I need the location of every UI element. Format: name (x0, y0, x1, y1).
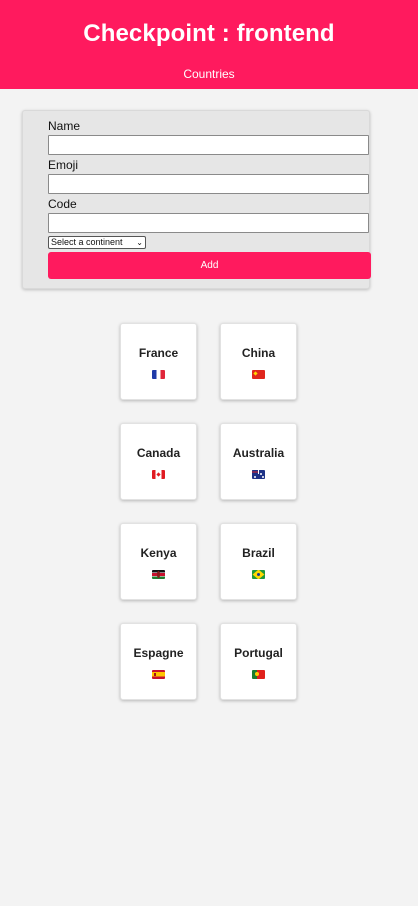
country-name: Portugal (234, 646, 283, 660)
country-name: Brazil (242, 546, 275, 560)
page-title: Checkpoint : frontend (83, 20, 335, 47)
country-name: Australia (232, 446, 285, 460)
country-card[interactable]: Brazil (220, 523, 297, 600)
flag-spain-icon (152, 670, 165, 679)
country-card[interactable]: Canada (120, 423, 197, 500)
country-card[interactable]: China (220, 323, 297, 400)
flag-france-icon (152, 370, 165, 379)
country-name: Kenya (140, 546, 177, 560)
add-country-form: Name Emoji Code Select a continent ⌄ Add (22, 110, 371, 289)
emoji-input[interactable] (48, 174, 369, 194)
country-card[interactable]: Kenya (120, 523, 197, 600)
nav-link-countries[interactable]: Countries (0, 67, 418, 81)
flag-australia-icon (252, 470, 265, 479)
country-name: Canada (136, 446, 181, 460)
flag-brazil-icon (252, 570, 265, 579)
continent-select[interactable]: Select a continent ⌄ (48, 236, 146, 249)
page-header: Checkpoint : frontend Countries (0, 0, 418, 89)
country-card[interactable]: Espagne (120, 623, 197, 700)
name-label: Name (48, 119, 81, 133)
country-name: France (138, 346, 179, 360)
name-input[interactable] (48, 135, 369, 155)
country-card[interactable]: Portugal (220, 623, 297, 700)
country-name: Espagne (133, 646, 184, 660)
code-label: Code (48, 197, 77, 211)
country-card[interactable]: Australia (220, 423, 297, 500)
flag-kenya-icon (152, 570, 165, 579)
emoji-label: Emoji (48, 158, 79, 172)
chevron-down-icon: ⌄ (136, 238, 143, 247)
code-input[interactable] (48, 213, 369, 233)
country-name: China (241, 346, 276, 360)
continent-select-value: Select a continent (51, 237, 123, 247)
flag-canada-icon (152, 470, 165, 479)
add-button[interactable]: Add (48, 252, 371, 279)
flag-china-icon (252, 370, 265, 379)
flag-portugal-icon (252, 670, 265, 679)
country-card[interactable]: France (120, 323, 197, 400)
